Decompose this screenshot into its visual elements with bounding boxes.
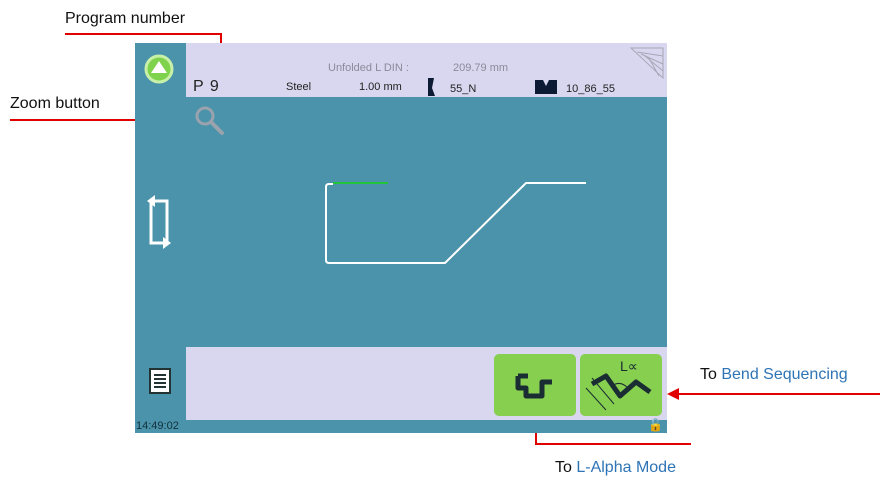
l-alpha-callout: To L-Alpha Mode [555, 459, 676, 477]
l-alpha-mode-button[interactable] [494, 354, 576, 416]
punch-name: 55_N [450, 83, 477, 95]
l-alpha-line [535, 443, 691, 445]
bottom-toolbar: L∝ [186, 347, 667, 420]
controller-screen: P 9 Unfolded L DIN : 209.79 mm Steel 1.0… [135, 43, 667, 433]
program-header: P 9 Unfolded L DIN : 209.79 mm Steel 1.0… [186, 43, 667, 97]
status-bar: 14:49:02 🔓 [135, 418, 667, 433]
unfolded-length-value: 209.79 mm [453, 62, 509, 74]
fan-lines-icon [629, 47, 664, 80]
unfolded-length-label: Unfolded L DIN : [328, 62, 409, 74]
angle-profile-icon: L∝ [585, 358, 652, 411]
program-number: P 9 [193, 78, 220, 95]
program-callout-line [65, 33, 222, 35]
bend-sequencing-button[interactable]: L∝ [580, 354, 662, 416]
bend-sequencing-callout: To Bend Sequencing [700, 366, 848, 384]
clock: 14:49:02 [136, 420, 179, 432]
l-alpha-link[interactable]: L-Alpha Mode [576, 459, 676, 476]
bend-angle-icon[interactable] [629, 46, 665, 80]
l-alpha-glyph: L∝ [620, 358, 638, 374]
part-drawing-canvas[interactable] [186, 97, 667, 347]
list-button[interactable] [148, 367, 172, 395]
part-profile [325, 182, 586, 264]
punch-icon [426, 78, 436, 96]
l-alpha-prefix: To [555, 459, 577, 476]
list-document-icon [149, 368, 171, 394]
start-button[interactable] [143, 53, 175, 85]
bend-sequencing-link[interactable]: Bend Sequencing [721, 366, 847, 383]
rotate-part-button[interactable] [143, 193, 175, 251]
die-icon [535, 80, 557, 94]
flip-arrows-icon [147, 195, 171, 249]
lock-icon: 🔓 [648, 418, 663, 432]
die-name: 10_86_55 [566, 83, 615, 95]
material-name: Steel [286, 81, 312, 93]
bend-sequencing-prefix: To [700, 366, 722, 383]
program-number-callout: Program number [65, 10, 186, 27]
up-arrow-circle-icon [144, 54, 174, 84]
material-thickness: 1.00 mm [359, 81, 402, 93]
bent-profile-icon [515, 373, 552, 399]
bend-sequencing-line [678, 393, 880, 395]
zoom-button-callout: Zoom button [10, 95, 100, 112]
left-sidebar [135, 43, 186, 420]
